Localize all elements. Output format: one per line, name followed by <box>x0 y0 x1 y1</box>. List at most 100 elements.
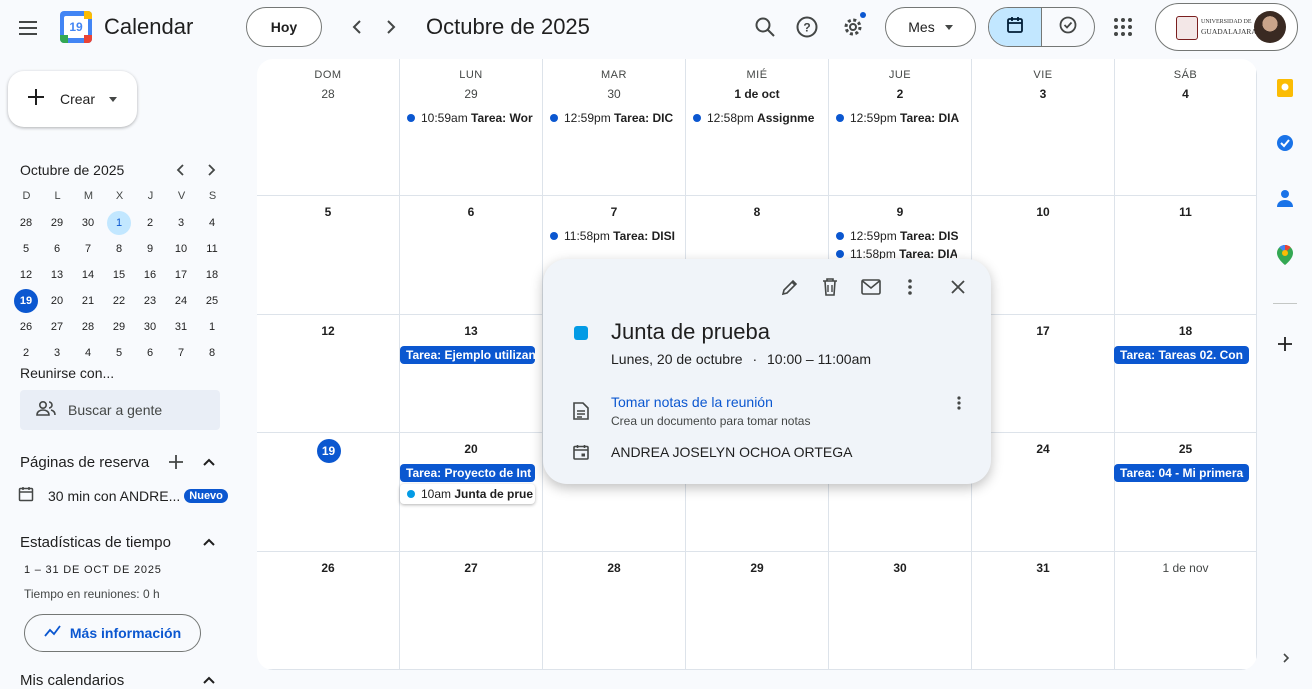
mini-day[interactable]: 29 <box>45 211 69 235</box>
mini-day[interactable]: 26 <box>14 315 38 339</box>
all-day-event[interactable]: Tarea: Ejemplo utilizan <box>400 346 535 364</box>
day-cell[interactable]: 30 <box>829 552 972 670</box>
next-month-icon[interactable] <box>380 17 400 37</box>
day-number[interactable]: 13 <box>400 324 542 338</box>
mini-next-icon[interactable] <box>204 163 218 177</box>
mini-day[interactable]: 7 <box>169 341 193 365</box>
day-number[interactable]: 29 <box>686 561 828 575</box>
day-number[interactable]: 17 <box>972 324 1114 338</box>
day-number[interactable]: 12 <box>257 324 399 338</box>
keep-icon[interactable] <box>1276 78 1294 98</box>
mini-day[interactable]: 2 <box>138 211 162 235</box>
day-cell[interactable]: 25 <box>1115 433 1257 552</box>
mini-day[interactable]: 4 <box>200 211 224 235</box>
day-number[interactable]: 3 <box>972 87 1114 101</box>
mini-day[interactable]: 3 <box>169 211 193 235</box>
mini-day[interactable]: 17 <box>169 263 193 287</box>
notes-more-icon[interactable] <box>957 396 961 410</box>
day-number[interactable]: 20 <box>400 442 542 456</box>
mini-day[interactable]: 22 <box>107 289 131 313</box>
mini-day[interactable]: 29 <box>107 315 131 339</box>
day-number[interactable]: 2 <box>829 87 971 101</box>
event-item[interactable]: 11:58pm Tarea: DISI <box>550 227 678 245</box>
mini-day[interactable]: 10 <box>169 237 193 261</box>
day-cell[interactable]: 12 <box>257 315 400 433</box>
day-cell[interactable]: VIE 3 <box>972 59 1115 196</box>
mini-day[interactable]: 27 <box>45 315 69 339</box>
day-number[interactable]: 6 <box>400 205 542 219</box>
help-icon[interactable]: ? <box>796 16 818 38</box>
mini-day[interactable]: 24 <box>169 289 193 313</box>
calendar-view-button[interactable] <box>989 8 1042 46</box>
day-number[interactable]: 25 <box>1115 442 1256 456</box>
search-people-input[interactable]: Buscar a gente <box>20 390 220 430</box>
day-cell[interactable]: MIÉ 1 de oct <box>686 59 829 196</box>
mini-day[interactable]: 25 <box>200 289 224 313</box>
mini-day[interactable]: 14 <box>76 263 100 287</box>
event-item[interactable]: 11:58pm Tarea: DIAI <box>836 247 957 259</box>
day-cell[interactable]: 13 <box>400 315 543 433</box>
mini-day[interactable]: 8 <box>200 341 224 365</box>
day-number[interactable]: 5 <box>257 205 399 219</box>
day-number[interactable]: 8 <box>686 205 828 219</box>
day-cell[interactable]: LUN 29 <box>400 59 543 196</box>
day-cell[interactable]: SÁB 4 <box>1115 59 1257 196</box>
take-notes-link[interactable]: Tomar notas de la reunión <box>611 394 773 410</box>
event-item[interactable]: 12:58pm Assignmen <box>693 109 814 127</box>
mini-day[interactable]: 28 <box>14 211 38 235</box>
day-cell[interactable]: JUE 2 <box>829 59 972 196</box>
mini-day[interactable]: 30 <box>76 211 100 235</box>
mini-day[interactable]: 4 <box>76 341 100 365</box>
day-number[interactable]: 31 <box>972 561 1114 575</box>
day-number[interactable]: 24 <box>972 442 1114 456</box>
mini-day[interactable]: 6 <box>45 237 69 261</box>
all-day-event[interactable]: Tarea: 04 - Mi primera <box>1114 464 1249 482</box>
day-number[interactable]: 28 <box>543 561 685 575</box>
mini-day[interactable]: 31 <box>169 315 193 339</box>
day-number[interactable]: 1 de oct <box>686 87 828 101</box>
collapse-my-calendars-icon[interactable] <box>202 673 216 687</box>
day-number[interactable]: 28 <box>257 87 399 101</box>
all-day-event[interactable]: Tarea: Proyecto de Int <box>400 464 535 482</box>
day-cell[interactable]: 17 <box>972 315 1115 433</box>
mini-day[interactable]: 15 <box>107 263 131 287</box>
mini-day[interactable]: 30 <box>138 315 162 339</box>
settings-icon[interactable] <box>842 12 866 38</box>
day-number[interactable]: 27 <box>400 561 542 575</box>
mini-day[interactable]: 20 <box>45 289 69 313</box>
mini-day[interactable]: 18 <box>200 263 224 287</box>
view-select[interactable]: Mes <box>885 7 976 47</box>
mini-day[interactable]: 1 <box>200 315 224 339</box>
day-cell[interactable]: 27 <box>400 552 543 670</box>
edit-icon[interactable] <box>781 278 799 296</box>
day-number[interactable]: 10 <box>972 205 1114 219</box>
tasks-view-button[interactable] <box>1042 8 1094 46</box>
today-button[interactable]: Hoy <box>246 7 322 47</box>
tasks-icon[interactable] <box>1275 133 1295 153</box>
account-button[interactable]: UNIVERSIDAD DE GUADALAJARA <box>1155 3 1298 51</box>
event-item[interactable]: 12:59pm Tarea: DIA <box>836 109 964 127</box>
mini-day[interactable]: 19 <box>14 289 38 313</box>
mini-day[interactable]: 5 <box>107 341 131 365</box>
mini-prev-icon[interactable] <box>174 163 188 177</box>
day-cell[interactable]: 31 <box>972 552 1115 670</box>
day-cell[interactable]: 5 <box>257 196 400 315</box>
search-icon[interactable] <box>754 16 776 38</box>
day-cell[interactable]: 19 <box>257 433 400 552</box>
day-cell[interactable]: 29 <box>686 552 829 670</box>
day-number[interactable]: 11 <box>1115 205 1256 219</box>
mini-day[interactable]: 28 <box>76 315 100 339</box>
collapse-stats-icon[interactable] <box>202 535 216 549</box>
mini-day[interactable]: 6 <box>138 341 162 365</box>
day-number[interactable]: 30 <box>829 561 971 575</box>
mini-day[interactable]: 2 <box>14 341 38 365</box>
more-info-button[interactable]: Más información <box>24 614 201 652</box>
mini-day[interactable]: 5 <box>14 237 38 261</box>
day-number[interactable]: 9 <box>829 205 971 219</box>
email-icon[interactable] <box>861 279 881 295</box>
today-day-number[interactable]: 19 <box>316 439 341 463</box>
day-cell[interactable]: MAR 30 <box>543 59 686 196</box>
day-number[interactable]: 4 <box>1115 87 1256 101</box>
day-cell[interactable]: DOM 28 <box>257 59 400 196</box>
event-item[interactable]: 12:59pm Tarea: DIS <box>836 227 964 245</box>
